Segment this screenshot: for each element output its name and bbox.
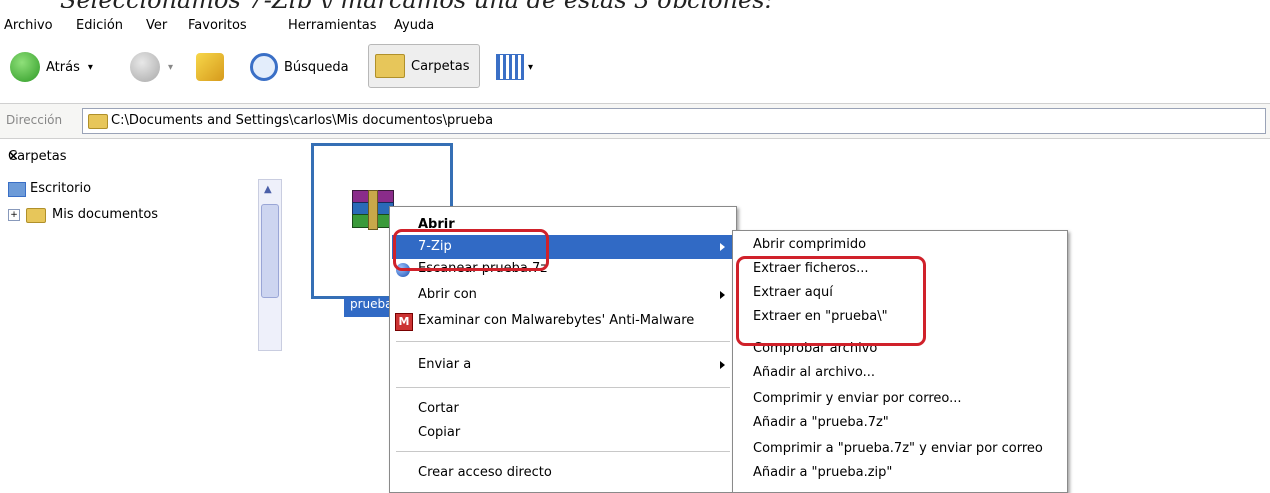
submenu-arrow-icon (720, 291, 725, 299)
folders-button-label: Carpetas (411, 58, 470, 74)
menu-ayuda[interactable]: Ayuda (394, 18, 434, 33)
menu-bar: Archivo Edición Ver Favoritos Herramient… (0, 10, 1270, 40)
menu-edicion[interactable]: Edición (76, 18, 123, 33)
back-button[interactable]: Atrás ▾ (10, 48, 93, 86)
folder-icon (88, 114, 108, 129)
submenu-item-anadir-zip[interactable]: Añadir a "prueba.zip" (753, 461, 892, 485)
sidebar-scrollbar[interactable]: ▲ (258, 179, 282, 351)
submenu-arrow-icon (720, 361, 725, 369)
caption-text: Seleccionamos 7-Zip y marcamos una de es… (0, 0, 1270, 8)
menu-item-abrir-con[interactable]: Abrir con (418, 283, 477, 307)
address-path: C:\Documents and Settings\carlos\Mis doc… (111, 113, 494, 128)
back-dropdown-icon[interactable]: ▾ (88, 62, 93, 73)
annotation-highlight-7zip (393, 229, 549, 271)
submenu-item-anadir-7z[interactable]: Añadir a "prueba.7z" (753, 411, 889, 435)
address-field[interactable]: C:\Documents and Settings\carlos\Mis doc… (82, 108, 1266, 134)
menu-archivo[interactable]: Archivo (4, 18, 53, 33)
tree-item-label: Mis documentos (52, 207, 159, 222)
forward-dropdown-icon[interactable]: ▾ (168, 62, 173, 73)
submenu-item-abrir-comprimido[interactable]: Abrir comprimido (753, 233, 866, 257)
folders-icon (375, 54, 405, 78)
annotation-highlight-extract-options (736, 256, 926, 346)
search-icon (250, 53, 278, 81)
submenu-item-comprimir-enviar[interactable]: Comprimir y enviar por correo... (753, 387, 962, 411)
toolbar: Atrás ▾ ▾ Búsqueda Carpetas ▾ (0, 42, 1270, 98)
views-icon (496, 54, 524, 80)
address-label: Dirección (6, 113, 63, 127)
back-arrow-icon (10, 52, 40, 82)
menu-separator (396, 387, 730, 388)
expand-icon[interactable]: + (8, 209, 20, 221)
folders-pane: Carpetas × Escritorio + Mis documentos ▲ (0, 139, 287, 491)
forward-button[interactable]: ▾ (130, 48, 173, 86)
search-button[interactable]: Búsqueda (250, 48, 349, 86)
desktop-icon (8, 182, 26, 197)
menu-item-crear-acceso-directo[interactable]: Crear acceso directo (418, 461, 552, 485)
file-name-label[interactable]: prueba (344, 297, 394, 317)
folders-button[interactable]: Carpetas (368, 44, 480, 88)
menu-favoritos[interactable]: Favoritos (188, 18, 247, 33)
menu-separator (396, 341, 730, 342)
submenu-arrow-icon (720, 243, 725, 251)
menu-item-cortar[interactable]: Cortar (418, 397, 459, 421)
folders-pane-header: Carpetas × (0, 139, 287, 171)
menu-herramientas[interactable]: Herramientas (288, 18, 377, 33)
malwarebytes-icon: M (395, 313, 413, 331)
submenu-item-comprimir-7z-enviar[interactable]: Comprimir a "prueba.7z" y enviar por cor… (753, 437, 1043, 461)
menu-item-enviar-a[interactable]: Enviar a (418, 353, 471, 377)
views-button[interactable]: ▾ (496, 48, 533, 86)
folder-icon (26, 208, 46, 223)
menu-ver[interactable]: Ver (146, 18, 167, 33)
views-dropdown-icon[interactable]: ▾ (528, 62, 533, 73)
menu-item-malwarebytes[interactable]: Examinar con Malwarebytes' Anti-Malware (418, 309, 694, 333)
back-button-label: Atrás (46, 59, 80, 75)
scrollbar-thumb[interactable] (261, 204, 279, 298)
forward-arrow-icon (130, 52, 160, 82)
submenu-item-anadir-archivo[interactable]: Añadir al archivo... (753, 361, 875, 385)
close-icon[interactable]: × (8, 149, 19, 164)
address-bar: Dirección C:\Documents and Settings\carl… (0, 103, 1270, 139)
search-button-label: Búsqueda (284, 59, 349, 75)
menu-item-copiar[interactable]: Copiar (418, 421, 460, 445)
tree-item-label: Escritorio (30, 181, 92, 196)
scroll-up-icon[interactable]: ▲ (264, 184, 272, 195)
up-folder-icon (196, 53, 224, 81)
menu-separator (396, 451, 730, 452)
up-folder-button[interactable] (196, 48, 224, 86)
